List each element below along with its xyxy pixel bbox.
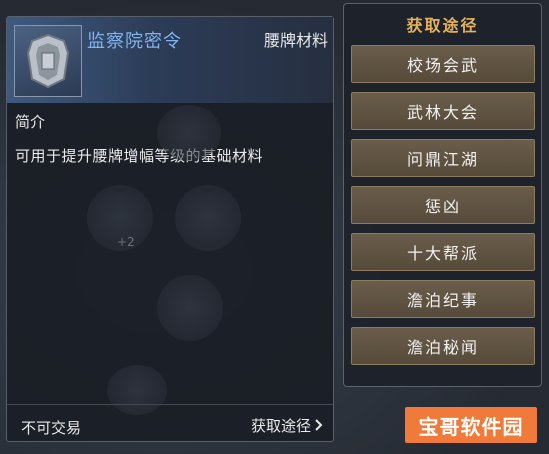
watermark: 宝哥软件园 bbox=[405, 407, 537, 443]
source-button[interactable]: 校场会武 bbox=[351, 45, 535, 83]
background-scroll-icon bbox=[157, 105, 221, 161]
acquire-panel-title: 获取途径 bbox=[406, 16, 479, 35]
background-flower-icon bbox=[175, 185, 241, 251]
acquire-link[interactable]: 获取途径 bbox=[251, 415, 323, 436]
silver-badge-icon bbox=[14, 25, 82, 97]
source-button[interactable]: 问鼎江湖 bbox=[351, 139, 535, 177]
background-gem-icon bbox=[107, 365, 167, 415]
source-button[interactable]: 惩凶 bbox=[351, 186, 535, 224]
source-button[interactable]: 武林大会 bbox=[351, 92, 535, 130]
source-button[interactable]: 十大帮派 bbox=[351, 233, 535, 271]
background-figure-icon bbox=[157, 275, 223, 341]
chevron-right-icon bbox=[315, 417, 323, 435]
item-header: 监察院密令 腰牌材料 bbox=[7, 17, 333, 103]
item-category: 腰牌材料 bbox=[263, 31, 328, 50]
section-label: 简介 bbox=[15, 113, 46, 131]
item-tooltip: 监察院密令 腰牌材料 简介 可用于提升腰牌增幅等级的基础材料 +2 不可交易 获… bbox=[6, 16, 334, 442]
background-plus-label: +2 bbox=[117, 235, 135, 249]
acquire-link-label: 获取途径 bbox=[250, 417, 311, 435]
source-button[interactable]: 澹泊纪事 bbox=[351, 280, 535, 318]
source-button[interactable]: 澹泊秘闻 bbox=[351, 327, 535, 365]
item-description: 可用于提升腰牌增幅等级的基础材料 bbox=[15, 147, 264, 165]
trade-status: 不可交易 bbox=[21, 419, 82, 437]
item-name: 监察院密令 bbox=[87, 31, 182, 52]
watermark-text: 宝哥软件园 bbox=[418, 414, 524, 439]
acquire-panel: 获取途径 校场会武 武林大会 问鼎江湖 惩凶 十大帮派 澹泊纪事 澹泊秘闻 bbox=[343, 3, 542, 387]
footer-divider bbox=[7, 404, 333, 405]
source-list: 校场会武 武林大会 问鼎江湖 惩凶 十大帮派 澹泊纪事 澹泊秘闻 bbox=[351, 45, 535, 374]
